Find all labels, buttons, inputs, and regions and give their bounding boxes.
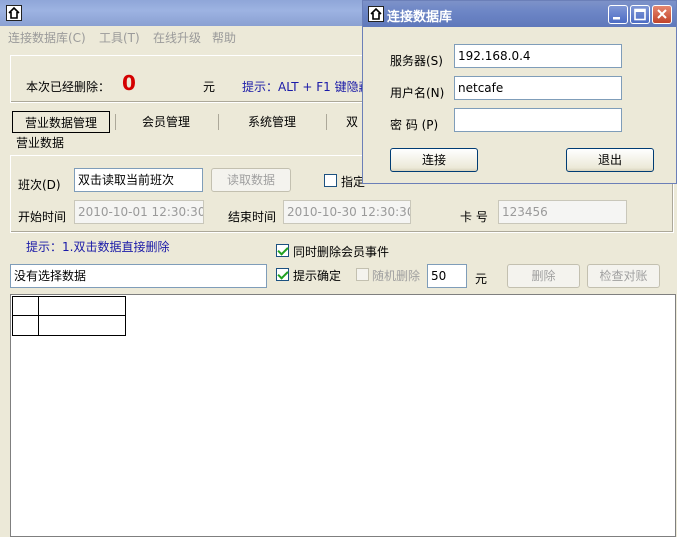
menu-online-update[interactable]: 在线升级 xyxy=(153,29,201,46)
start-time-input[interactable]: 2010-10-01 12:30:30 xyxy=(74,200,204,224)
close-icon[interactable] xyxy=(652,5,672,24)
hint-delete-text: 提示：1.双击数据直接删除 xyxy=(26,240,170,254)
hint-text: 提示：ALT + F1 键隐藏 xyxy=(242,80,371,94)
shift-label: 班次(D) xyxy=(18,178,61,192)
server-input[interactable]: 192.168.0.4 xyxy=(454,44,622,68)
random-delete-checkbox[interactable] xyxy=(356,268,369,281)
tab-separator xyxy=(115,114,116,130)
connect-button[interactable]: 连接 xyxy=(390,148,478,172)
menu-help[interactable]: 帮助 xyxy=(212,29,236,46)
tab-system[interactable]: 系统管理 xyxy=(222,111,322,133)
check-account-button[interactable]: 检查对账 xyxy=(587,264,660,288)
delete-button[interactable]: 删除 xyxy=(507,264,580,288)
deleted-count: 0 xyxy=(122,71,136,95)
selection-status-field[interactable]: 没有选择数据 xyxy=(10,264,267,288)
end-time-input[interactable]: 2010-10-30 12:30:30 xyxy=(283,200,411,224)
prompt-confirm-checkbox[interactable] xyxy=(276,268,289,281)
delete-member-events-label: 同时删除会员事件 xyxy=(293,245,390,259)
end-time-label: 结束时间 xyxy=(228,210,277,224)
maximize-icon[interactable] xyxy=(630,5,650,24)
grid-row-header[interactable] xyxy=(12,315,39,336)
grid-corner-cell[interactable] xyxy=(12,296,39,316)
grid-header-cell[interactable] xyxy=(38,296,126,316)
amount-input[interactable]: 50 xyxy=(427,264,467,288)
amount-unit-label: 元 xyxy=(475,272,488,286)
dialog-title: 连接数据库 xyxy=(387,10,453,25)
connect-db-dialog: 连接数据库 服务器(S) 192.168.0.4 用户名(N) netcafe … xyxy=(362,0,677,184)
delete-member-events-checkbox[interactable] xyxy=(276,244,289,257)
unit-label: 元 xyxy=(203,80,216,94)
specify-checkbox[interactable] xyxy=(324,174,337,187)
card-no-label: 卡 号 xyxy=(460,210,488,224)
server-label: 服务器(S) xyxy=(390,54,443,68)
deleted-label: 本次已经删除： xyxy=(26,80,111,94)
tab-separator xyxy=(326,114,327,130)
start-time-label: 开始时间 xyxy=(18,210,67,224)
prompt-confirm-label: 提示确定 xyxy=(293,269,342,283)
tab-business-data[interactable]: 营业数据管理 xyxy=(12,111,110,133)
minimize-icon[interactable] xyxy=(608,5,628,24)
exit-button[interactable]: 退出 xyxy=(566,148,654,172)
shift-input[interactable]: 双击读取当前班次 xyxy=(74,168,203,192)
random-delete-label: 随机删除 xyxy=(372,269,421,283)
password-label: 密 码 (P) xyxy=(390,118,439,132)
username-label: 用户名(N) xyxy=(390,86,445,100)
dialog-app-icon xyxy=(368,6,384,22)
tab-separator xyxy=(218,114,219,130)
tab-extra[interactable]: 双 xyxy=(340,111,364,133)
card-no-input[interactable]: 123456 xyxy=(498,200,627,224)
username-input[interactable]: netcafe xyxy=(454,76,622,100)
menu-connect-db[interactable]: 连接数据库(C) xyxy=(8,29,86,46)
read-data-button[interactable]: 读取数据 xyxy=(211,168,291,192)
grid-cell[interactable] xyxy=(38,315,126,336)
section-title: 营业数据 xyxy=(14,134,67,151)
app-icon xyxy=(6,5,22,21)
menu-tools[interactable]: 工具(T) xyxy=(99,29,140,46)
password-input[interactable] xyxy=(454,108,622,132)
tab-member[interactable]: 会员管理 xyxy=(118,111,214,133)
